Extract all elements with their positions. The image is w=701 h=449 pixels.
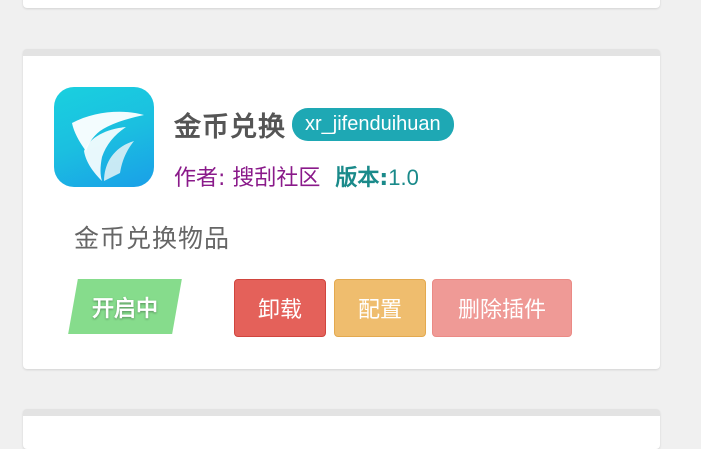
plugin-title-row: 金币兑换 xr_jifenduihuan [174, 106, 454, 143]
previous-plugin-card [23, 0, 660, 8]
plugin-meta-row: 作者: 搜刮社区 版本:1.0 [174, 160, 419, 192]
plugin-description: 金币兑换物品 [74, 224, 231, 253]
plugin-name: 金币兑换 [174, 111, 286, 143]
version-value: 1.0 [388, 165, 419, 190]
delete-plugin-button[interactable]: 删除插件 [432, 279, 572, 337]
plugin-slug-badge: xr_jifenduihuan [292, 107, 454, 141]
config-button[interactable]: 配置 [334, 279, 426, 337]
version-label: 版本: [335, 166, 389, 191]
uninstall-button[interactable]: 卸载 [234, 279, 326, 337]
next-plugin-card [23, 409, 660, 449]
plugin-card: 金币兑换 xr_jifenduihuan 作者: 搜刮社区 版本:1.0 金币兑… [23, 49, 660, 369]
status-badge: 开启中 [91, 296, 158, 322]
plugin-version: 版本:1.0 [335, 160, 418, 192]
plugin-logo-icon [54, 87, 154, 187]
plugin-author: 作者: 搜刮社区 [174, 166, 321, 191]
